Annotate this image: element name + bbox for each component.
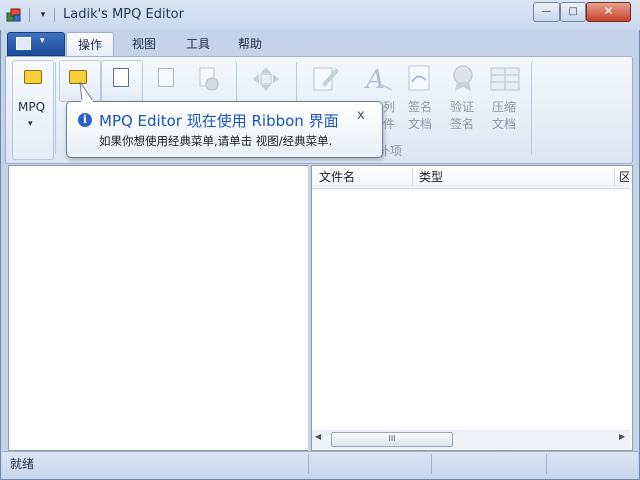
ribbon-group-separator	[531, 62, 532, 154]
column-header-type[interactable]: 类型	[419, 166, 443, 188]
tooltip-body: 如果你想使用经典菜单,请单击 视图/经典菜单.	[99, 134, 333, 148]
info-icon: i	[78, 113, 92, 127]
tooltip-pointer	[78, 81, 94, 103]
folder-tree-pane[interactable]	[8, 165, 309, 451]
compress-archive-label: 压缩	[492, 100, 517, 114]
close-button[interactable]: ✕	[586, 2, 631, 22]
scroll-left-arrow-icon[interactable]: ◀	[315, 432, 321, 441]
folder-icon	[24, 70, 42, 84]
maximize-button[interactable]: □	[560, 2, 586, 22]
tab-view[interactable]: 视图	[122, 32, 166, 56]
partial-button-label: 件	[383, 117, 396, 131]
tab-tools[interactable]: 工具	[176, 32, 220, 56]
compress-archive-icon[interactable]	[490, 66, 520, 92]
edit-document-icon[interactable]	[312, 64, 340, 92]
chevron-down-icon: ▾	[28, 119, 33, 129]
document-icon	[113, 68, 129, 87]
sign-document-label: 签名	[408, 100, 433, 114]
minimize-button[interactable]: —	[533, 2, 560, 22]
verify-signature-label: 签名	[450, 117, 475, 131]
tooltip-close-button[interactable]: x	[357, 108, 365, 123]
mpq-button-label: MPQ	[18, 100, 46, 114]
column-header-filename[interactable]: 文件名	[319, 166, 355, 188]
ribbon-group-separator	[55, 62, 56, 154]
quick-access-separator	[29, 8, 30, 22]
tab-operate[interactable]: 操作	[66, 32, 114, 57]
svg-text:A: A	[364, 65, 385, 94]
column-separator[interactable]	[412, 168, 413, 186]
quick-access-dropdown-icon[interactable]: ▾	[36, 7, 50, 23]
extract-document-icon[interactable]	[158, 68, 174, 87]
scroll-right-arrow-icon[interactable]: ▶	[619, 432, 625, 441]
status-bar	[2, 451, 638, 479]
tab-help[interactable]: 帮助	[228, 32, 272, 56]
scrollbar-thumb[interactable]: III	[331, 432, 453, 447]
move-arrows-icon[interactable]	[252, 66, 280, 92]
sign-document-label: 文档	[408, 117, 433, 131]
settings-gear-icon[interactable]	[197, 66, 221, 92]
compress-archive-label: 文档	[492, 117, 517, 131]
chevron-down-icon: ▾	[40, 36, 45, 46]
application-menu-icon	[16, 37, 31, 50]
column-header-area[interactable]: 区	[619, 166, 629, 188]
status-text: 就绪	[10, 457, 35, 471]
column-separator[interactable]	[614, 168, 615, 186]
file-list-header	[312, 166, 630, 189]
tooltip-title: MPQ Editor 现在使用 Ribbon 界面	[99, 112, 339, 130]
status-bar-separator	[546, 454, 547, 474]
file-list-pane[interactable]	[311, 165, 633, 451]
status-bar-separator	[308, 454, 309, 474]
sign-document-icon[interactable]	[406, 64, 434, 92]
quick-access-separator	[54, 8, 55, 22]
verify-seal-icon[interactable]	[450, 64, 476, 92]
window-title: Ladik's MPQ Editor	[63, 7, 184, 22]
verify-signature-label: 验证	[450, 100, 475, 114]
app-icon[interactable]	[6, 7, 22, 23]
font-a-icon[interactable]: A	[364, 62, 394, 95]
status-bar-separator	[431, 454, 432, 474]
partial-button-label: 列	[383, 100, 396, 114]
